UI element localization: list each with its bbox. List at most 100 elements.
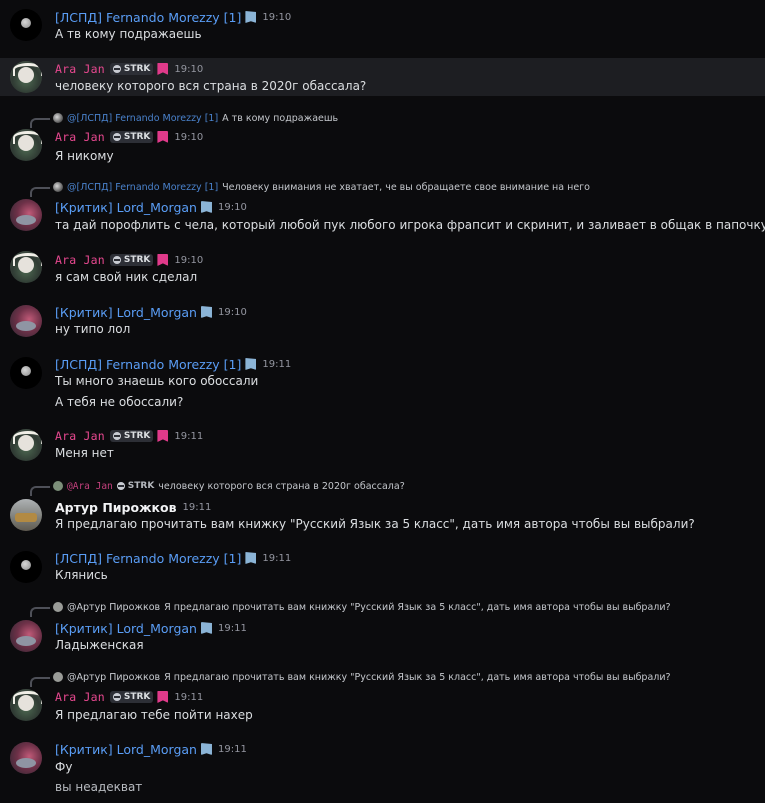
reply-author[interactable]: @[ЛСПД] Fernando Morezzy [1] (67, 182, 218, 193)
avatar[interactable] (10, 129, 42, 161)
timestamp: 19:11 (174, 691, 204, 703)
reply-avatar (53, 481, 63, 491)
reply-text: человеку которого вся страна в 2020г оба… (158, 480, 405, 492)
message-text: Меня нет (55, 446, 114, 460)
reply-spine (30, 607, 50, 617)
chat-message: [ЛСПД] Fernando Morezzy [1] 19:11 Клянис… (0, 544, 765, 589)
message-text: А тебя не обоссали? (55, 395, 184, 409)
chat-message: [ЛСПД] Fernando Morezzy [1] 19:11 Ты мно… (0, 350, 765, 416)
timestamp: 19:11 (262, 358, 292, 370)
guild-tag[interactable]: STRK (109, 691, 154, 703)
bookmark-badge-icon (157, 131, 169, 143)
author-name[interactable]: Ara Jan (55, 253, 105, 267)
author-name[interactable]: Ara Jan (55, 62, 105, 76)
avatar[interactable] (10, 689, 42, 721)
timestamp: 19:11 (262, 552, 292, 564)
message-text: Я предлагаю прочитать вам книжку "Русски… (55, 517, 695, 531)
bookmark-badge-icon (157, 63, 169, 75)
reply-guild-tag: STRK (116, 481, 155, 491)
reply-author[interactable]: @Артур Пирожков (67, 672, 160, 683)
skull-icon (112, 65, 121, 73)
skull-icon (112, 256, 121, 264)
avatar[interactable] (10, 357, 42, 389)
author-name[interactable]: Ara Jan (55, 130, 105, 144)
author-name[interactable]: [ЛСПД] Fernando Morezzy [1] (55, 357, 241, 372)
book-badge-icon (245, 552, 257, 564)
skull-icon (112, 133, 121, 141)
guild-tag-label: STRK (123, 255, 151, 265)
skull-icon (112, 693, 121, 701)
avatar[interactable] (10, 620, 42, 652)
avatar[interactable] (10, 251, 42, 283)
timestamp: 19:11 (174, 430, 204, 442)
avatar[interactable] (10, 551, 42, 583)
reply-avatar (53, 602, 63, 612)
author-name[interactable]: Артур Пирожков (55, 500, 177, 515)
guild-tag-label: STRK (123, 692, 151, 702)
reply-spine (30, 486, 50, 496)
book-badge-icon (245, 11, 257, 23)
reply-spine (30, 677, 50, 687)
message-text: ну типо лол (55, 322, 131, 336)
guild-tag[interactable]: STRK (109, 63, 154, 75)
skull-icon (116, 482, 125, 490)
book-badge-icon (200, 622, 212, 634)
reply-author[interactable]: @Ara Jan (67, 481, 113, 492)
reply-preview[interactable]: @[ЛСПД] Fernando Morezzy [1] Человеку вн… (30, 180, 590, 197)
chat-message: [ЛСПД] Fernando Morezzy [1] 19:10 А тв к… (0, 0, 765, 50)
chat-message: [Критик] Lord_Morgan 19:10 ну типо лол (0, 298, 765, 343)
reply-spine (30, 118, 50, 128)
message-text: та дай порофлить с чела, который любой п… (55, 218, 765, 232)
reply-preview[interactable]: @Артур Пирожков Я предлагаю прочитать ва… (30, 600, 671, 617)
author-name[interactable]: [Критик] Lord_Morgan (55, 305, 197, 320)
reply-preview[interactable]: @Ara Jan STRK человеку которого вся стра… (30, 479, 405, 496)
guild-tag[interactable]: STRK (109, 131, 154, 143)
reply-preview[interactable]: @[ЛСПД] Fernando Morezzy [1] А тв кому п… (30, 111, 338, 128)
book-badge-icon (200, 306, 212, 318)
author-name[interactable]: [ЛСПД] Fernando Morezzy [1] (55, 551, 241, 566)
timestamp: 19:10 (174, 63, 204, 75)
reply-guild-tag-label: STRK (127, 481, 155, 491)
timestamp: 19:11 (217, 743, 247, 755)
message-text: Я никому (55, 149, 114, 163)
avatar[interactable] (10, 429, 42, 461)
author-name[interactable]: [Критик] Lord_Morgan (55, 742, 197, 757)
chat-message: Ara Jan STRK 19:10 человеку которого вся… (0, 58, 765, 96)
chat-message-list[interactable]: [ЛСПД] Fernando Morezzy [1] 19:10 А тв к… (0, 0, 765, 803)
author-name[interactable]: Ara Jan (55, 429, 105, 443)
timestamp: 19:10 (217, 306, 247, 318)
reply-text: Я предлагаю прочитать вам книжку "Русски… (164, 601, 671, 613)
book-badge-icon (200, 201, 212, 213)
avatar[interactable] (10, 742, 42, 774)
reply-avatar (53, 182, 63, 192)
reply-avatar (53, 113, 63, 123)
author-name[interactable]: [Критик] Lord_Morgan (55, 621, 197, 636)
avatar[interactable] (10, 499, 42, 531)
message-text: А тв кому подражаешь (55, 27, 202, 41)
reply-author[interactable]: @Артур Пирожков (67, 602, 160, 613)
author-name[interactable]: [ЛСПД] Fernando Morezzy [1] (55, 10, 241, 25)
chat-message: @Артур Пирожков Я предлагаю прочитать ва… (0, 668, 765, 728)
chat-message: @Ara Jan STRK человеку которого вся стра… (0, 477, 765, 537)
reply-text: Я предлагаю прочитать вам книжку "Русски… (164, 671, 671, 683)
guild-tag[interactable]: STRK (109, 430, 154, 442)
author-name[interactable]: Ara Jan (55, 690, 105, 704)
avatar[interactable] (10, 61, 42, 93)
avatar[interactable] (10, 199, 42, 231)
timestamp: 19:10 (217, 201, 247, 213)
reply-preview[interactable]: @Артур Пирожков Я предлагаю прочитать ва… (30, 670, 671, 687)
reply-author[interactable]: @[ЛСПД] Fernando Morezzy [1] (67, 113, 218, 124)
guild-tag-label: STRK (123, 431, 151, 441)
message-text: Ладыженская (55, 638, 144, 652)
chat-message: Ara Jan STRK 19:11 Меня нет (0, 422, 765, 467)
message-text: Клянись (55, 568, 108, 582)
bookmark-badge-icon (157, 254, 169, 266)
avatar[interactable] (10, 305, 42, 337)
bookmark-badge-icon (157, 691, 169, 703)
avatar[interactable] (10, 9, 42, 41)
chat-message: @[ЛСПД] Fernando Morezzy [1] А тв кому п… (0, 108, 765, 168)
chat-message: @Артур Пирожков Я предлагаю прочитать ва… (0, 598, 765, 658)
guild-tag[interactable]: STRK (109, 254, 154, 266)
author-name[interactable]: [Критик] Lord_Morgan (55, 200, 197, 215)
reply-text: Человеку внимания не хватает, че вы обра… (222, 181, 590, 193)
